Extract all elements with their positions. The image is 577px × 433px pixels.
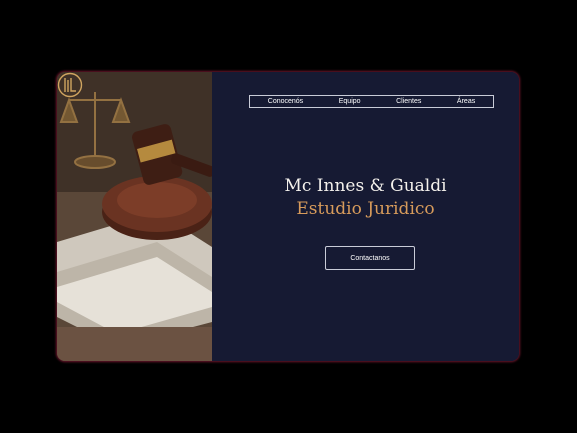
hero-panel: Conocenós Equipo Clientes Áreas Mc Innes… [212, 72, 519, 361]
nav-item-conocenos[interactable]: Conocenós [268, 98, 303, 105]
law-firm-monogram-icon [57, 72, 83, 98]
hero-card: Conocenós Equipo Clientes Áreas Mc Innes… [57, 72, 519, 361]
main-nav: Conocenós Equipo Clientes Áreas [249, 95, 494, 108]
firm-name: Mc Innes & Gualdi [284, 176, 447, 196]
firm-subtitle: Estudio Juridico [296, 199, 435, 219]
nav-item-areas[interactable]: Áreas [457, 98, 475, 105]
gavel-photo [57, 72, 212, 361]
nav-item-clientes[interactable]: Clientes [396, 98, 421, 105]
nav-item-equipo[interactable]: Equipo [339, 98, 361, 105]
contact-button[interactable]: Contactanos [325, 246, 415, 270]
